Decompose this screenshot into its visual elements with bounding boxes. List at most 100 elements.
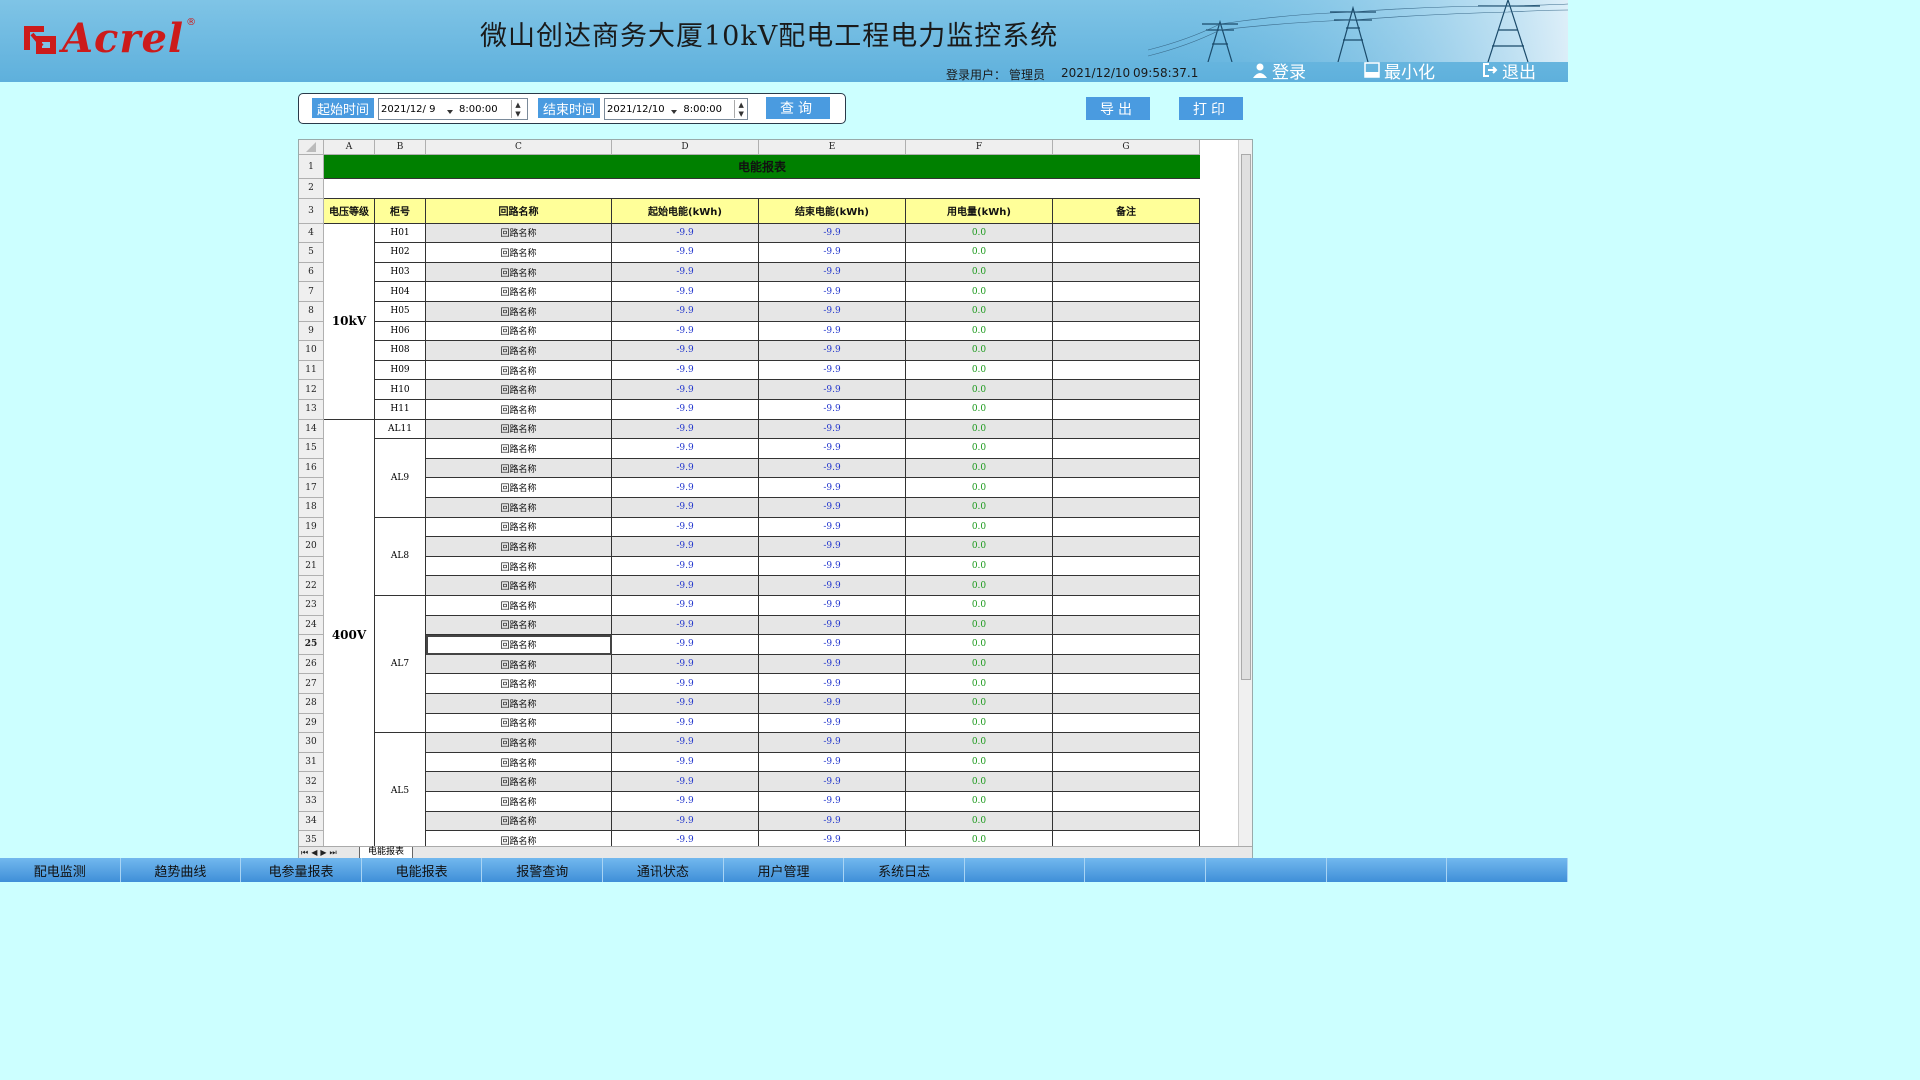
row-header[interactable]: 3: [299, 198, 324, 224]
circuit-name-cell[interactable]: 回路名称: [426, 811, 612, 832]
end-energy-cell[interactable]: -9.9: [759, 674, 906, 694]
remark-cell[interactable]: [1053, 360, 1200, 381]
start-energy-cell[interactable]: -9.9: [612, 674, 759, 694]
start-energy-cell[interactable]: -9.9: [612, 556, 759, 577]
remark-cell[interactable]: [1053, 674, 1200, 694]
circuit-name-cell[interactable]: 回路名称: [426, 458, 612, 479]
end-energy-cell[interactable]: -9.9: [759, 498, 906, 518]
circuit-name-cell[interactable]: 回路名称: [426, 439, 612, 459]
row-header[interactable]: 9: [299, 321, 324, 342]
remark-cell[interactable]: [1053, 733, 1200, 753]
circuit-name-cell[interactable]: 回路名称: [426, 243, 612, 263]
start-date-field[interactable]: 2021/12/ 9: [379, 104, 455, 115]
circuit-name-cell[interactable]: 回路名称: [426, 576, 612, 596]
circuit-name-cell[interactable]: 回路名称: [426, 654, 612, 675]
end-energy-cell[interactable]: -9.9: [759, 282, 906, 302]
end-energy-cell[interactable]: -9.9: [759, 321, 906, 342]
start-energy-cell[interactable]: -9.9: [612, 282, 759, 302]
circuit-name-cell[interactable]: 回路名称: [426, 282, 612, 302]
remark-cell[interactable]: [1053, 439, 1200, 459]
row-header[interactable]: 29: [299, 713, 324, 734]
remark-cell[interactable]: [1053, 811, 1200, 832]
spin-up-icon[interactable]: ▲: [512, 100, 524, 109]
cabinet-number-cell[interactable]: AL8: [375, 517, 426, 596]
start-energy-cell[interactable]: -9.9: [612, 517, 759, 538]
cabinet-number-cell[interactable]: H05: [375, 302, 426, 322]
start-energy-cell[interactable]: -9.9: [612, 419, 759, 440]
energy-usage-cell[interactable]: 0.0: [906, 400, 1053, 420]
nav-item-2[interactable]: 电参量报表: [241, 858, 362, 882]
remark-cell[interactable]: [1053, 321, 1200, 342]
nav-item-6[interactable]: 用户管理: [724, 858, 845, 882]
remark-cell[interactable]: [1053, 596, 1200, 616]
remark-cell[interactable]: [1053, 223, 1200, 244]
start-energy-cell[interactable]: -9.9: [612, 752, 759, 773]
row-header[interactable]: 22: [299, 576, 324, 596]
row-header[interactable]: 31: [299, 752, 324, 773]
start-energy-cell[interactable]: -9.9: [612, 733, 759, 753]
start-energy-cell[interactable]: -9.9: [612, 262, 759, 283]
remark-cell[interactable]: [1053, 654, 1200, 675]
export-button[interactable]: 导出: [1086, 97, 1150, 120]
remark-cell[interactable]: [1053, 694, 1200, 714]
sheet-tab-energy-report[interactable]: 电能报表: [359, 847, 414, 858]
circuit-name-cell[interactable]: 回路名称: [426, 772, 612, 792]
row-header[interactable]: 11: [299, 360, 324, 381]
chevron-down-icon[interactable]: [447, 109, 453, 114]
energy-usage-cell[interactable]: 0.0: [906, 341, 1053, 361]
nav-item-7[interactable]: 系统日志: [844, 858, 965, 882]
energy-usage-cell[interactable]: 0.0: [906, 654, 1053, 675]
row-header[interactable]: 1: [299, 155, 324, 179]
energy-usage-cell[interactable]: 0.0: [906, 772, 1053, 792]
remark-cell[interactable]: [1053, 302, 1200, 322]
start-energy-cell[interactable]: -9.9: [612, 713, 759, 734]
energy-usage-cell[interactable]: 0.0: [906, 262, 1053, 283]
remark-cell[interactable]: [1053, 400, 1200, 420]
start-energy-cell[interactable]: -9.9: [612, 321, 759, 342]
circuit-name-cell[interactable]: 回路名称: [426, 635, 612, 655]
energy-usage-cell[interactable]: 0.0: [906, 458, 1053, 479]
cabinet-number-cell[interactable]: H11: [375, 400, 426, 420]
remark-cell[interactable]: [1053, 341, 1200, 361]
row-header[interactable]: 10: [299, 341, 324, 361]
column-header-d[interactable]: D: [612, 140, 759, 155]
end-time-spinner[interactable]: ▲ ▼: [734, 100, 747, 118]
end-energy-cell[interactable]: -9.9: [759, 223, 906, 244]
column-header-b[interactable]: B: [375, 140, 426, 155]
start-energy-cell[interactable]: -9.9: [612, 694, 759, 714]
cabinet-number-cell[interactable]: AL7: [375, 596, 426, 734]
column-header-g[interactable]: G: [1053, 140, 1200, 155]
circuit-name-cell[interactable]: 回路名称: [426, 517, 612, 538]
start-time-spinner[interactable]: ▲ ▼: [511, 100, 524, 118]
remark-cell[interactable]: [1053, 576, 1200, 596]
start-energy-cell[interactable]: -9.9: [612, 243, 759, 263]
end-energy-cell[interactable]: -9.9: [759, 792, 906, 812]
end-energy-cell[interactable]: -9.9: [759, 694, 906, 714]
start-energy-cell[interactable]: -9.9: [612, 400, 759, 420]
cabinet-number-cell[interactable]: H04: [375, 282, 426, 302]
end-energy-cell[interactable]: -9.9: [759, 811, 906, 832]
end-energy-cell[interactable]: -9.9: [759, 576, 906, 596]
end-energy-cell[interactable]: -9.9: [759, 772, 906, 792]
circuit-name-cell[interactable]: 回路名称: [426, 380, 612, 400]
circuit-name-cell[interactable]: 回路名称: [426, 498, 612, 518]
end-time-field[interactable]: 8:00:00: [679, 104, 734, 115]
row-header[interactable]: 7: [299, 282, 324, 302]
energy-usage-cell[interactable]: 0.0: [906, 576, 1053, 596]
remark-cell[interactable]: [1053, 419, 1200, 440]
cabinet-number-cell[interactable]: H08: [375, 341, 426, 361]
row-header[interactable]: 14: [299, 419, 324, 440]
print-button[interactable]: 打印: [1179, 97, 1243, 120]
row-header[interactable]: 27: [299, 674, 324, 694]
remark-cell[interactable]: [1053, 713, 1200, 734]
row-header[interactable]: 24: [299, 615, 324, 636]
energy-usage-cell[interactable]: 0.0: [906, 439, 1053, 459]
cabinet-number-cell[interactable]: AL11: [375, 419, 426, 440]
cabinet-number-cell[interactable]: H03: [375, 262, 426, 283]
remark-cell[interactable]: [1053, 772, 1200, 792]
remark-cell[interactable]: [1053, 498, 1200, 518]
start-datetime-picker[interactable]: 2021/12/ 9 8:00:00 ▲ ▼: [378, 98, 528, 120]
circuit-name-cell[interactable]: 回路名称: [426, 419, 612, 440]
start-energy-cell[interactable]: -9.9: [612, 596, 759, 616]
start-energy-cell[interactable]: -9.9: [612, 811, 759, 832]
